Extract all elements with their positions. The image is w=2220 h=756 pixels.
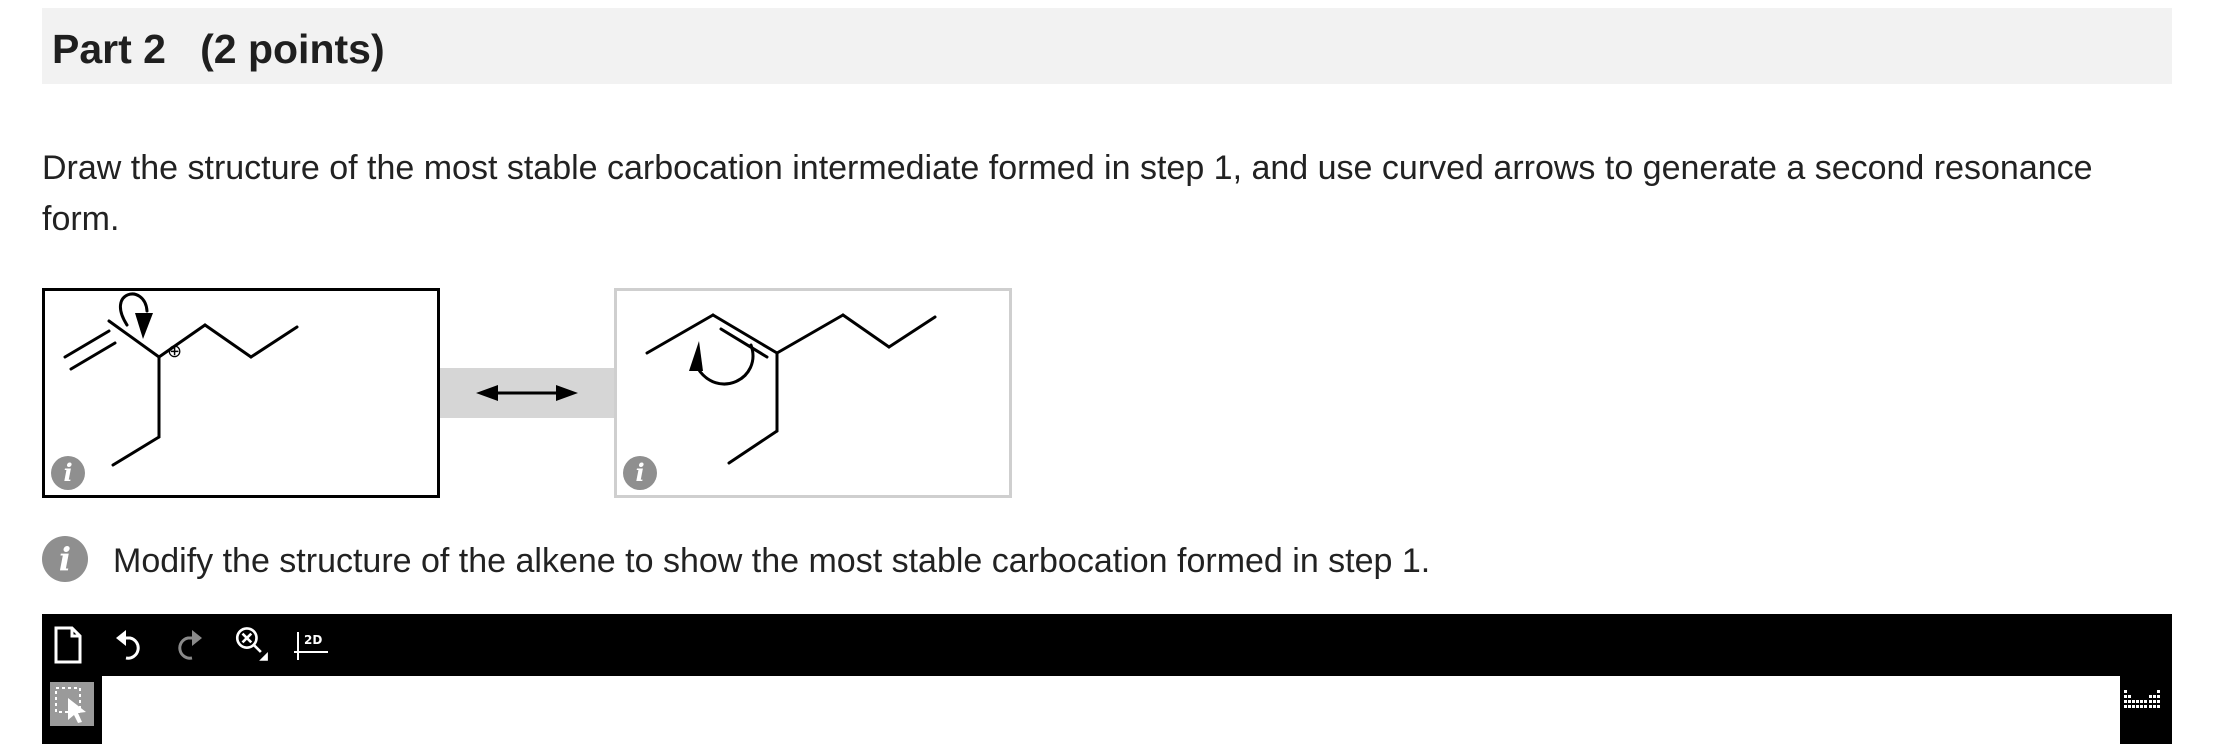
editor-canvas[interactable] [102, 676, 2120, 756]
2d-label: 2D [304, 633, 322, 647]
question-instructions: Draw the structure of the most stable ca… [42, 149, 2093, 238]
undo-icon[interactable] [112, 624, 146, 666]
resonance-structure-1[interactable]: ⊕ i [42, 288, 440, 498]
periodic-table-icon[interactable] [2122, 686, 2162, 710]
selection-tool-icon[interactable] [50, 682, 94, 726]
resonance-structure-2[interactable]: i [614, 288, 1012, 498]
curved-arrow-head [135, 313, 153, 339]
redo-icon[interactable] [172, 624, 206, 666]
part-title: Part 2 (2 points) [52, 26, 385, 72]
hint-text: Modify the structure of the alkene to sh… [113, 542, 1431, 580]
zoom-clear-icon[interactable] [232, 624, 274, 666]
double-headed-arrow-icon [476, 385, 578, 401]
new-document-icon[interactable] [52, 624, 84, 666]
carbocation-charge: ⊕ [167, 341, 182, 362]
editor-toolbar: 2D [42, 614, 2172, 674]
info-icon[interactable]: i [51, 456, 85, 490]
2d-clean-icon[interactable]: 2D [292, 624, 332, 666]
info-icon[interactable]: i [623, 456, 657, 490]
structure-2-drawing [645, 313, 937, 465]
part-header: Part 2 (2 points) [42, 8, 2172, 84]
structure-editor[interactable]: 2D [42, 614, 2172, 756]
curved-arrow-head [689, 341, 703, 371]
hint-info-icon[interactable]: i [42, 536, 88, 582]
resonance-arrow-band [440, 368, 614, 418]
structure-1-drawing: ⊕ [63, 292, 299, 467]
